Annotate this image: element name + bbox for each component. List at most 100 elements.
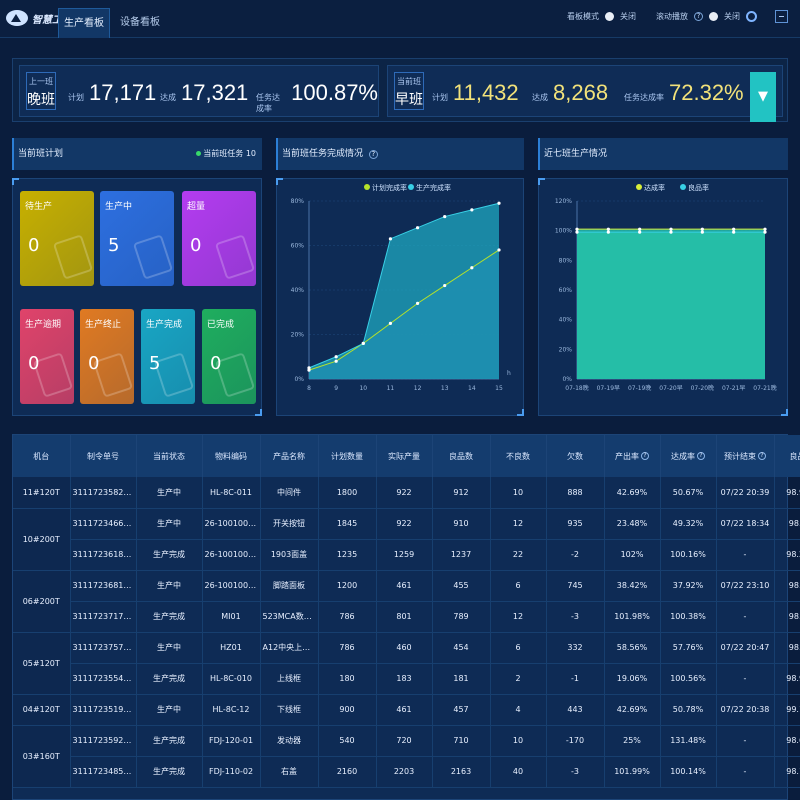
table-cell: -170 (546, 725, 605, 757)
help-icon[interactable]: ? (368, 150, 378, 159)
x-tick-label: 07-19晚 (628, 384, 651, 392)
table-cell: 183 (376, 663, 433, 695)
data-point[interactable] (763, 230, 767, 234)
scroll-play-toggle[interactable] (709, 12, 718, 21)
column-header[interactable]: 良品率 (774, 435, 800, 477)
data-point[interactable] (732, 227, 736, 231)
column-header[interactable]: 制令单号 (70, 435, 137, 477)
column-header[interactable]: 不良数 (490, 435, 547, 477)
table-cell: 1800 (318, 477, 377, 509)
table-cell: 57.76% (660, 632, 717, 664)
data-point[interactable] (307, 366, 311, 370)
data-point[interactable] (700, 227, 704, 231)
column-header[interactable]: 欠数 (546, 435, 605, 477)
help-icon[interactable]: ? (641, 452, 649, 460)
column-header-label: 欠数 (567, 451, 583, 461)
table-row[interactable]: 06#200T31117236810...生产中26-1001001-03脚踏面… (13, 570, 800, 633)
table-cell: 生产完成 (136, 725, 203, 757)
status-card[interactable]: 待生产 0 (20, 191, 94, 286)
data-point[interactable] (334, 359, 338, 363)
status-card[interactable]: 生产完成 5 (141, 309, 195, 404)
plan-task-count-label: 当前班任务 (203, 149, 244, 158)
status-card[interactable]: 生产中 5 (100, 191, 174, 286)
table-cell: HL-8C-010 (202, 663, 261, 695)
data-point[interactable] (497, 248, 501, 252)
x-tick-label: 07-19早 (597, 385, 620, 392)
progress-panel-header: 当前班任务完成情况 ? (276, 138, 524, 170)
table-cell: 1259 (376, 539, 433, 571)
data-point[interactable] (415, 301, 420, 305)
data-point[interactable] (361, 341, 365, 345)
data-point[interactable] (606, 230, 610, 234)
table-cell: 4 (490, 694, 547, 726)
column-header-label: 不良数 (506, 451, 530, 461)
data-point[interactable] (732, 230, 736, 234)
data-point[interactable] (638, 230, 642, 234)
tab-equipment-board[interactable]: 设备看板 (114, 8, 166, 38)
table-row[interactable]: 04#120T 31117235195... 生产中 HL-8C-12 下线框 900 46… (13, 694, 800, 726)
table-cell: 455 (432, 570, 491, 602)
column-header[interactable]: 预计结束? (716, 435, 775, 477)
data-point[interactable] (763, 227, 767, 231)
help-icon[interactable]: ? (758, 452, 766, 460)
data-point[interactable] (334, 355, 338, 359)
data-point[interactable] (388, 321, 393, 325)
column-header[interactable]: 达成率? (660, 435, 717, 477)
data-point[interactable] (575, 230, 579, 234)
data-point[interactable] (415, 226, 420, 230)
board-mode-toggle[interactable] (605, 12, 614, 21)
table-cell: 下线框 (260, 694, 319, 726)
machine-cell: 06#200T (13, 570, 71, 633)
table-cell: 710 (432, 725, 491, 757)
table-row[interactable]: 03#160T 31117235929... 生产完成 FDJ-120-01 发动器 54… (13, 725, 800, 788)
column-header[interactable]: 计划数量 (318, 435, 377, 477)
data-point[interactable] (470, 266, 474, 270)
fullscreen-icon[interactable] (775, 10, 788, 23)
document-icon (132, 234, 174, 280)
table-row[interactable]: 31117236185...生产完成26-1001001-021903面盖123… (13, 539, 800, 571)
progress-panel-title: 当前班任务完成情况 (282, 149, 364, 159)
tab-production-board[interactable]: 生产看板 (58, 8, 110, 38)
column-header[interactable]: 机台 (13, 435, 71, 477)
column-header[interactable]: 当前状态 (136, 435, 203, 477)
data-point[interactable] (470, 208, 474, 212)
table-cell: 生产中 (136, 570, 203, 602)
table-row[interactable]: 31117235543... 生产完成 HL-8C-010 上线框 180 183 181 2… (13, 663, 800, 695)
column-header[interactable]: 实际产量 (376, 435, 433, 477)
status-card[interactable]: 超量 0 (182, 191, 256, 286)
table-row[interactable]: 05#120T31117237573...生产中HZ01A12中央上格栅...7… (13, 632, 800, 695)
settings-gear-icon[interactable] (746, 11, 757, 22)
help-icon[interactable]: ? (694, 12, 703, 21)
table-cell: - (716, 539, 775, 571)
status-card[interactable]: 已完成 0 (202, 309, 256, 404)
prev-shift-kpi: 上一班 晚班 计划 17,171 达成 17,321 任务达成率 100.87% (19, 65, 379, 117)
data-point[interactable] (700, 230, 704, 234)
data-point[interactable] (638, 227, 642, 231)
help-icon[interactable]: ? (697, 452, 705, 460)
data-point[interactable] (443, 214, 447, 219)
status-cards-panel: 待生产 0 生产中 5 超量 0 生产逾期 0 生产终止 0 生产完成 5 已完成 0 (12, 178, 262, 416)
data-point[interactable] (669, 227, 673, 231)
column-header[interactable]: 产品名称 (260, 435, 319, 477)
table-row[interactable]: 11#120T 31117235820... 生产中 HL-8C-011 中间件 1800… (13, 477, 800, 509)
table-cell: 58.56% (604, 632, 661, 664)
table-cell: 26-1001001-06 (202, 508, 261, 540)
data-point[interactable] (575, 227, 579, 231)
data-point[interactable] (388, 237, 393, 241)
legend-label: 达成率 (644, 183, 665, 192)
table-cell: 31117235543... (70, 663, 137, 695)
data-point[interactable] (669, 230, 673, 234)
table-row[interactable]: 10#200T31117234667...生产中26-1001001-06开关按… (13, 508, 800, 571)
column-header[interactable]: 物料编码 (202, 435, 261, 477)
data-point[interactable] (443, 283, 447, 288)
table-row[interactable]: 31117237179...生产完成MI01523MCA数灯面罩78680178… (13, 601, 800, 633)
column-header[interactable]: 良品数 (432, 435, 491, 477)
x-tick-label: 07-21晚 (753, 384, 776, 392)
expand-dropdown-button[interactable]: ▼ (750, 72, 776, 122)
data-point[interactable] (497, 201, 501, 205)
status-card[interactable]: 生产终止 0 (80, 309, 134, 404)
table-row[interactable]: 31117234855... 生产完成 FDJ-110-02 右盖 2160 2203 21… (13, 756, 800, 788)
status-card[interactable]: 生产逾期 0 (20, 309, 74, 404)
column-header[interactable]: 产出率? (604, 435, 661, 477)
data-point[interactable] (606, 227, 610, 231)
